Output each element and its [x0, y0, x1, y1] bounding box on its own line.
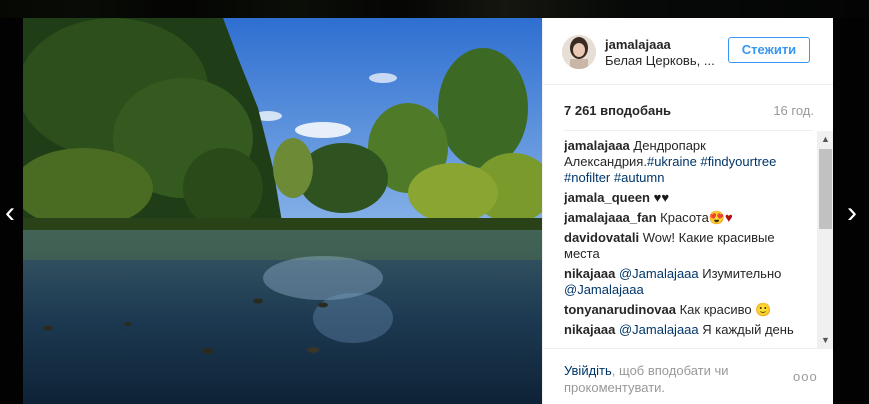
comment-username[interactable]: nikajaaa [564, 322, 615, 337]
hashtag-link[interactable]: #findyourtree [700, 154, 776, 169]
list-item: tonyanarudinovaa Как красиво 🙂 [564, 302, 812, 318]
post-photo [23, 18, 542, 404]
post-header: jamalajaaa Белая Церковь, ... Стежити [543, 18, 833, 85]
comment-text: Как красиво [679, 302, 752, 317]
list-item: jamala_queen ♥♥ [564, 190, 812, 206]
hashtag-link[interactable]: #nofilter [564, 170, 610, 185]
comment-username[interactable]: tonyanarudinovaa [564, 302, 676, 317]
mention-link[interactable]: @Jamalajaaa [564, 282, 644, 297]
post-location[interactable]: Белая Церковь, ... [605, 53, 715, 68]
divider [564, 130, 813, 131]
hearts-emoji-icon: ♥♥ [653, 190, 670, 205]
hashtag-link[interactable]: #ukraine [647, 154, 697, 169]
caption: jamalajaaa Дендропарк Александрия.#ukrai… [564, 138, 812, 186]
login-prompt: Увійдіть, щоб вподобати чи прокоментуват… [564, 362, 764, 396]
avatar[interactable] [562, 35, 596, 69]
comment-username[interactable]: jamalajaaa [564, 138, 630, 153]
likes-count[interactable]: 7 261 вподобань [564, 103, 671, 118]
mention-link[interactable]: @Jamalajaaa [619, 322, 699, 337]
post-modal: jamalajaaa Белая Церковь, ... Стежити 7 … [23, 18, 833, 404]
next-post-arrow-icon[interactable]: › [842, 193, 862, 233]
comment-username[interactable]: jamala_queen [564, 190, 650, 205]
follow-button[interactable]: Стежити [728, 37, 810, 63]
heart-eyes-emoji-icon: 😍♥ [708, 210, 733, 225]
post-time[interactable]: 16 год. [773, 103, 814, 118]
comments-scrollbar[interactable]: ▲ ▼ [817, 131, 833, 348]
comment-text: Изумительно [702, 266, 782, 281]
scroll-down-arrow-icon[interactable]: ▼ [817, 332, 833, 348]
post-sidebar: jamalajaaa Белая Церковь, ... Стежити 7 … [542, 18, 833, 404]
comments-list: jamalajaaa Дендропарк Александрия.#ukrai… [564, 138, 814, 348]
login-link[interactable]: Увійдіть [564, 363, 612, 378]
post-username[interactable]: jamalajaaa [605, 37, 671, 52]
comment-text: Красота [660, 210, 709, 225]
list-item: davidovatali Wow! Какие красивые места [564, 230, 812, 262]
scrollbar-thumb[interactable] [819, 149, 832, 229]
mention-link[interactable]: @Jamalajaaa [619, 266, 699, 281]
comment-text: Я каждый день [702, 322, 794, 337]
comment-username[interactable]: jamalajaaa_fan [564, 210, 657, 225]
post-footer: Увійдіть, щоб вподобати чи прокоментуват… [543, 348, 833, 404]
smile-emoji-icon: 🙂 [755, 302, 772, 317]
comment-username[interactable]: davidovatali [564, 230, 639, 245]
previous-post-arrow-icon[interactable]: ‹ [0, 193, 20, 233]
likes-row: 7 261 вподобань 16 год. [564, 103, 814, 119]
list-item: jamalajaaa_fan Красота😍♥ [564, 210, 812, 226]
comment-username[interactable]: nikajaaa [564, 266, 615, 281]
hashtag-link[interactable]: #autumn [614, 170, 665, 185]
more-options-icon[interactable]: ooo [793, 369, 818, 384]
scroll-up-arrow-icon[interactable]: ▲ [817, 131, 833, 147]
list-item: nikajaaa @Jamalajaaa Изумительно @Jamala… [564, 266, 812, 298]
list-item: nikajaaa @Jamalajaaa Я каждый день [564, 322, 812, 338]
